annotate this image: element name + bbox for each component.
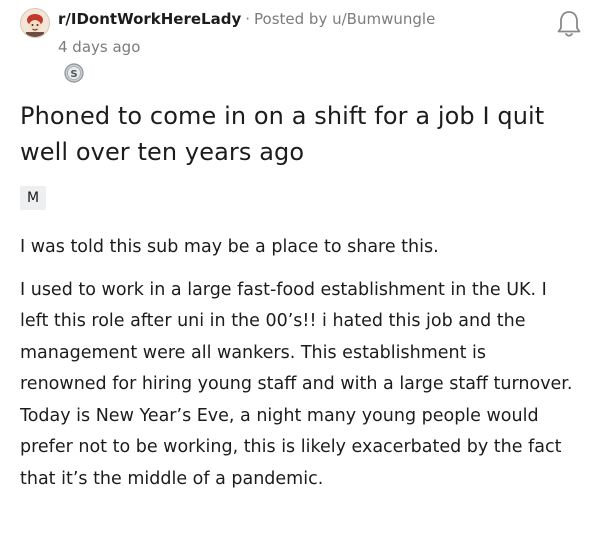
notification-bell-icon: [557, 11, 581, 37]
subreddit-avatar[interactable]: [20, 8, 50, 38]
posted-by-label: Posted by: [254, 10, 328, 28]
meta-separator: ·: [245, 10, 251, 28]
post-title[interactable]: Phoned to come in on a shift for a job I…: [20, 98, 570, 170]
author-link[interactable]: u/Bumwungle: [332, 10, 435, 28]
post-timestamp: 4 days ago: [58, 38, 141, 56]
post-header: r/IDontWorkHereLady · Posted by u/Bumwungl…: [20, 6, 581, 66]
post-body: I was told this sub may be a place to sh…: [20, 232, 576, 495]
post-card: r/IDontWorkHereLady · Posted by u/Bumwungl…: [0, 0, 590, 546]
post-flair[interactable]: M: [20, 186, 47, 210]
award-letter: S: [70, 69, 77, 80]
body-paragraph: I was told this sub may be a place to sh…: [20, 237, 439, 257]
body-paragraph: I used to work in a large fast-food esta…: [20, 279, 573, 489]
subreddit-link[interactable]: r/IDontWorkHereLady: [58, 10, 241, 28]
notification-bell-button[interactable]: [554, 8, 584, 40]
silver-award-icon[interactable]: S: [64, 63, 84, 83]
post-meta-line: r/IDontWorkHereLady · Posted by u/Bumwungl…: [58, 9, 435, 29]
subreddit-avatar-icon: [21, 9, 49, 37]
